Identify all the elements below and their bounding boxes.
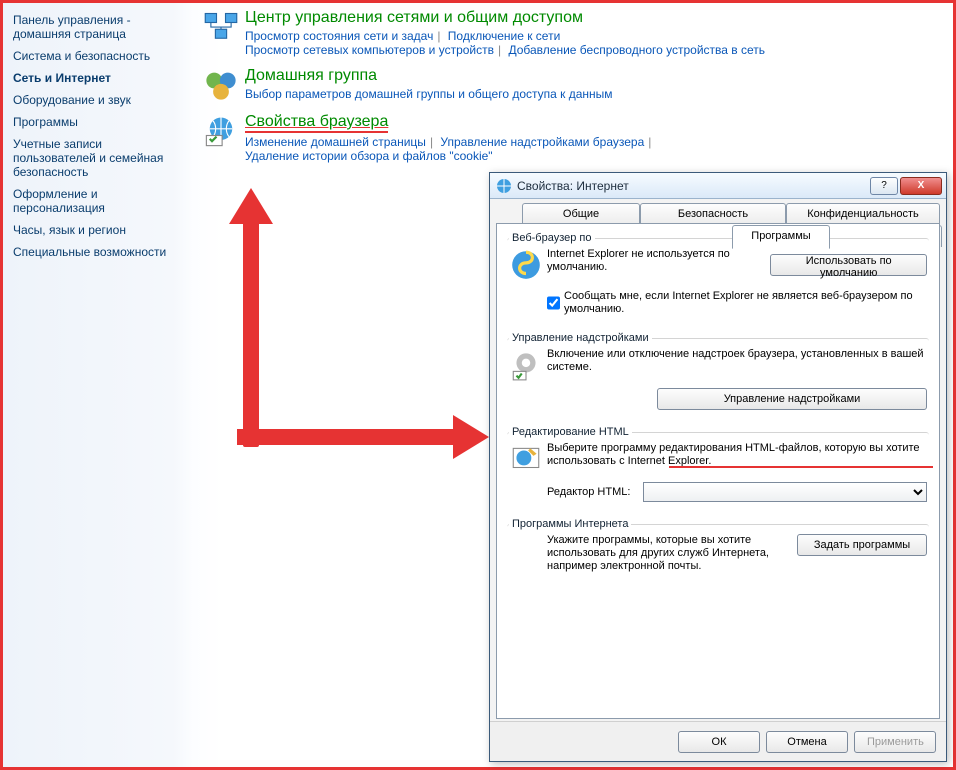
main-panel: Центр управления сетями и общим доступом… xyxy=(203,9,945,173)
html-editor-label: Редактор HTML: xyxy=(547,486,643,498)
internet-properties-dialog: Свойства: Интернет ? X Общие Безопасност… xyxy=(489,172,947,762)
sidebar-item-home[interactable]: Панель управления - домашняя страница xyxy=(13,9,178,45)
link-manage-addons[interactable]: Управление надстройками браузера xyxy=(440,135,644,149)
notify-checkbox-label: Сообщать мне, если Internet Explorer не … xyxy=(564,290,927,316)
html-editor-select[interactable] xyxy=(643,482,927,502)
group-html-editor: Редактирование HTML Выберите программу р… xyxy=(507,426,929,510)
manage-addons-text: Включение или отключение надстроек брауз… xyxy=(547,348,927,382)
ok-button[interactable]: ОК xyxy=(678,731,760,753)
group-legend: Управление надстройками xyxy=(509,332,652,344)
sidebar-item-programs[interactable]: Программы xyxy=(13,111,178,133)
sidebar-item-appearance[interactable]: Оформление и персонализация xyxy=(13,183,178,219)
html-editor-text: Выберите программу редактирования HTML-ф… xyxy=(547,442,927,476)
annotation-arrow-right xyxy=(237,423,489,451)
link-delete-history[interactable]: Удаление истории обзора и файлов "cookie… xyxy=(245,149,493,163)
cancel-button[interactable]: Отмена xyxy=(766,731,848,753)
set-programs-button[interactable]: Задать программы xyxy=(797,534,927,556)
homegroup-icon xyxy=(203,67,239,103)
sidebar: Панель управления - домашняя страница Си… xyxy=(3,3,188,263)
section-network-center: Центр управления сетями и общим доступом… xyxy=(203,9,945,57)
close-button[interactable]: X xyxy=(900,177,942,195)
group-internet-programs: Программы Интернета Укажите программы, к… xyxy=(507,518,929,581)
manage-addons-button[interactable]: Управление надстройками xyxy=(657,388,927,410)
tab-programs[interactable]: Программы xyxy=(732,225,830,249)
group-legend: Программы Интернета xyxy=(509,518,631,530)
group-legend: Редактирование HTML xyxy=(509,426,632,438)
section-browser-properties: Свойства браузера Изменение домашней стр… xyxy=(203,113,945,163)
section-title[interactable]: Домашняя группа xyxy=(245,67,613,85)
section-homegroup: Домашняя группа Выбор параметров домашне… xyxy=(203,67,945,103)
link-connect-network[interactable]: Подключение к сети xyxy=(448,29,560,43)
ie-icon xyxy=(509,248,543,282)
annotation-underline xyxy=(669,466,933,468)
section-title[interactable]: Центр управления сетями и общим доступом xyxy=(245,9,765,27)
sidebar-item-system[interactable]: Система и безопасность xyxy=(13,45,178,67)
sidebar-item-clock[interactable]: Часы, язык и регион xyxy=(13,219,178,241)
default-browser-text: Internet Explorer не используется по умо… xyxy=(547,248,770,282)
network-center-icon xyxy=(203,9,239,45)
dialog-title: Свойства: Интернет xyxy=(517,179,868,193)
make-default-button[interactable]: Использовать по умолчанию xyxy=(770,254,927,276)
group-legend: Веб-браузер по xyxy=(509,232,595,244)
group-default-browser: Веб-браузер по Internet Explorer не испо… xyxy=(507,232,929,324)
internet-options-icon xyxy=(203,113,239,149)
apply-button[interactable]: Применить xyxy=(854,731,936,753)
dialog-title-bar[interactable]: Свойства: Интернет ? X xyxy=(490,173,946,199)
section-title[interactable]: Свойства браузера xyxy=(245,113,388,133)
sidebar-item-network[interactable]: Сеть и Интернет xyxy=(13,67,178,89)
link-change-homepage[interactable]: Изменение домашней страницы xyxy=(245,135,426,149)
tab-general[interactable]: Общие xyxy=(522,203,640,225)
annotation-arrow-up xyxy=(237,188,265,448)
gear-addons-icon xyxy=(509,348,543,382)
link-network-status[interactable]: Просмотр состояния сети и задач xyxy=(245,29,433,43)
tab-privacy[interactable]: Конфиденциальность xyxy=(786,203,940,225)
tab-panel-programs: Веб-браузер по Internet Explorer не испо… xyxy=(496,223,940,719)
sidebar-item-access[interactable]: Специальные возможности xyxy=(13,241,178,263)
sidebar-item-hardware[interactable]: Оборудование и звук xyxy=(13,89,178,111)
internet-icon xyxy=(496,178,512,194)
link-homegroup-params[interactable]: Выбор параметров домашней группы и общег… xyxy=(245,87,613,101)
notify-checkbox[interactable] xyxy=(547,290,560,316)
tab-security[interactable]: Безопасность xyxy=(640,203,786,225)
sidebar-item-users[interactable]: Учетные записи пользователей и семейная … xyxy=(13,133,178,183)
internet-programs-text: Укажите программы, которые вы хотите исп… xyxy=(547,534,797,573)
dialog-button-bar: ОК Отмена Применить xyxy=(490,721,946,761)
link-add-wireless[interactable]: Добавление беспроводного устройства в се… xyxy=(508,43,765,57)
html-editor-icon xyxy=(509,442,543,476)
link-view-computers[interactable]: Просмотр сетевых компьютеров и устройств xyxy=(245,43,494,57)
group-manage-addons: Управление надстройками Включение или от… xyxy=(507,332,929,418)
help-button[interactable]: ? xyxy=(870,177,898,195)
